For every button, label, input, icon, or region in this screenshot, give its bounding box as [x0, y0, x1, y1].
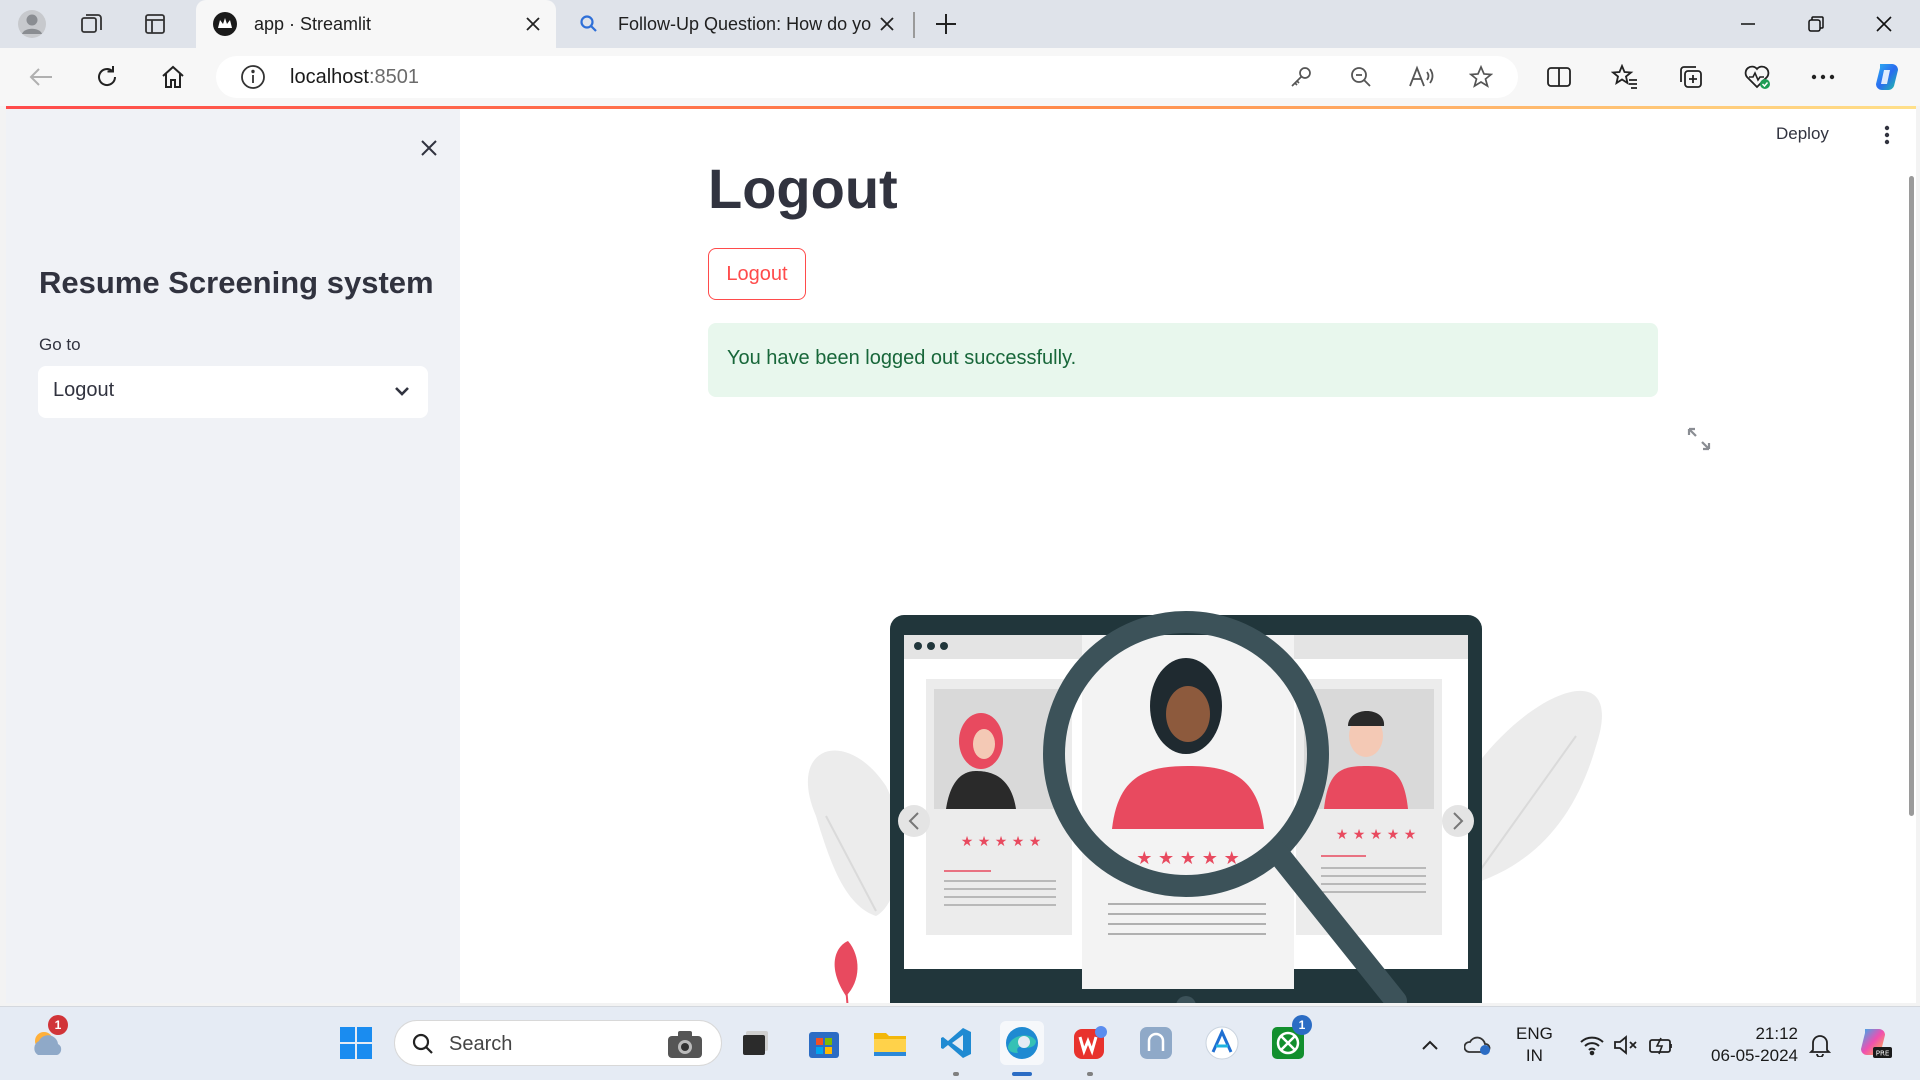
deploy-button[interactable]: Deploy — [1776, 124, 1829, 144]
svg-text:PRE: PRE — [1876, 1050, 1890, 1058]
profile-icon[interactable] — [14, 6, 50, 42]
success-message: You have been logged out successfully. — [727, 347, 1077, 369]
success-alert: You have been logged out successfully. — [708, 323, 1658, 397]
read-aloud-icon[interactable] — [1406, 62, 1436, 92]
show-hidden-icons-chevron-up-icon[interactable] — [1416, 1031, 1444, 1059]
new-tab-icon[interactable] — [928, 6, 964, 42]
minimize-icon[interactable] — [1720, 4, 1776, 44]
file-explorer-icon[interactable] — [868, 1021, 912, 1065]
taskbar-search-placeholder: Search — [449, 1033, 513, 1055]
workspaces-icon[interactable] — [74, 6, 110, 42]
task-view-icon[interactable] — [734, 1021, 778, 1065]
url-host: localhost — [290, 66, 369, 88]
weather-badge: 1 — [48, 1015, 68, 1035]
camera-icon — [665, 1027, 705, 1061]
streamlit-app: Resume Screening system Go to Logout Dep… — [6, 106, 1916, 1003]
refresh-icon[interactable] — [88, 58, 126, 96]
language-code: ENG — [1516, 1024, 1553, 1043]
running-indicator — [1087, 1072, 1093, 1076]
restore-icon[interactable] — [1788, 4, 1844, 44]
svg-text:★ ★ ★ ★ ★: ★ ★ ★ ★ ★ — [1136, 848, 1240, 869]
favorite-star-icon[interactable] — [1466, 62, 1496, 92]
clock-date: 06-05-2024 — [1711, 1046, 1798, 1065]
page-select-value: Logout — [53, 379, 115, 401]
address-bar[interactable]: localhost:8501 — [216, 56, 1518, 98]
microsoft-store-icon[interactable] — [802, 1021, 846, 1065]
active-app-indicator — [1012, 1072, 1032, 1076]
system-clock[interactable]: 21:12 06-05-2024 — [1700, 1023, 1798, 1067]
volume-muted-icon[interactable] — [1612, 1031, 1640, 1059]
tab-title: Follow-Up Question: How do you — [618, 13, 872, 34]
page-scrollbar[interactable] — [1909, 176, 1914, 816]
battery-charging-icon[interactable] — [1648, 1031, 1676, 1059]
tab-divider — [913, 12, 915, 38]
wps-office-icon[interactable] — [1068, 1021, 1112, 1065]
close-sidebar-icon[interactable] — [412, 131, 446, 165]
back-icon[interactable] — [22, 58, 60, 96]
edge-browser-icon[interactable] — [1000, 1021, 1044, 1065]
windows-taskbar: 1 Search 1 ENG IN 21:12 06-05-2024 PRE — [0, 1006, 1920, 1080]
chevron-down-icon — [390, 379, 414, 403]
search-icon — [411, 1032, 435, 1056]
copilot-preview-icon[interactable]: PRE — [1852, 1021, 1896, 1065]
url-text[interactable]: localhost:8501 — [290, 66, 419, 89]
wifi-icon[interactable] — [1578, 1031, 1606, 1059]
start-windows-icon[interactable] — [334, 1021, 378, 1065]
browser-toolbar: localhost:8501 — [0, 48, 1920, 106]
close-tab-icon[interactable] — [518, 9, 548, 39]
logout-button[interactable]: Logout — [708, 248, 806, 300]
split-screen-icon[interactable] — [1540, 58, 1578, 96]
azure-data-studio-icon[interactable] — [1200, 1021, 1244, 1065]
browser-essentials-icon[interactable] — [1738, 58, 1776, 96]
tab-app-streamlit[interactable]: app · Streamlit — [196, 0, 556, 48]
collections-icon[interactable] — [1672, 58, 1710, 96]
sidebar-title: Resume Screening system — [39, 265, 434, 300]
url-port: :8501 — [368, 66, 419, 88]
running-indicator — [953, 1072, 959, 1076]
password-key-icon[interactable] — [1286, 62, 1316, 92]
notifications-bell-icon[interactable] — [1806, 1031, 1834, 1059]
copilot-icon[interactable] — [1868, 58, 1906, 96]
tab-title: app · Streamlit — [254, 13, 372, 34]
search-icon — [576, 11, 602, 37]
svg-text:★ ★ ★ ★ ★: ★ ★ ★ ★ ★ — [1336, 827, 1417, 843]
taskbar-search-box[interactable]: Search — [394, 1020, 722, 1066]
clock-time: 21:12 — [1755, 1024, 1798, 1043]
input-language-indicator[interactable]: ENG IN — [1516, 1023, 1553, 1067]
resume-screening-illustration: ★ ★ ★ ★ ★ ★ ★ ★ ★ ★ ★ ★ ★ ★ ★ — [776, 486, 1646, 1003]
goto-label: Go to — [39, 335, 81, 354]
onedrive-icon[interactable] — [1464, 1031, 1492, 1059]
browser-tab-strip: app · Streamlit Follow-Up Question: How … — [0, 0, 1920, 48]
main-menu-icon[interactable] — [1872, 120, 1902, 150]
page-heading: Logout — [708, 157, 898, 220]
fullscreen-icon[interactable] — [1686, 426, 1712, 452]
page-select[interactable]: Logout — [38, 366, 428, 418]
app-launcher-icon[interactable] — [1134, 1021, 1178, 1065]
svg-text:★ ★ ★ ★ ★: ★ ★ ★ ★ ★ — [961, 834, 1042, 850]
xbox-badge: 1 — [1292, 1015, 1312, 1035]
close-tab-icon[interactable] — [872, 9, 902, 39]
vertical-tabs-icon[interactable] — [137, 6, 173, 42]
sidebar: Resume Screening system Go to Logout — [6, 109, 460, 1003]
favorites-icon[interactable] — [1606, 58, 1644, 96]
home-icon[interactable] — [154, 58, 192, 96]
region-code: IN — [1525, 1046, 1543, 1065]
tab-follow-up-question[interactable]: Follow-Up Question: How do you — [560, 0, 910, 48]
more-options-icon[interactable] — [1804, 58, 1842, 96]
close-window-icon[interactable] — [1856, 4, 1912, 44]
vscode-icon[interactable] — [934, 1021, 978, 1065]
zoom-out-icon[interactable] — [1346, 62, 1376, 92]
site-info-icon[interactable] — [240, 64, 266, 90]
streamlit-crown-icon — [212, 11, 238, 37]
